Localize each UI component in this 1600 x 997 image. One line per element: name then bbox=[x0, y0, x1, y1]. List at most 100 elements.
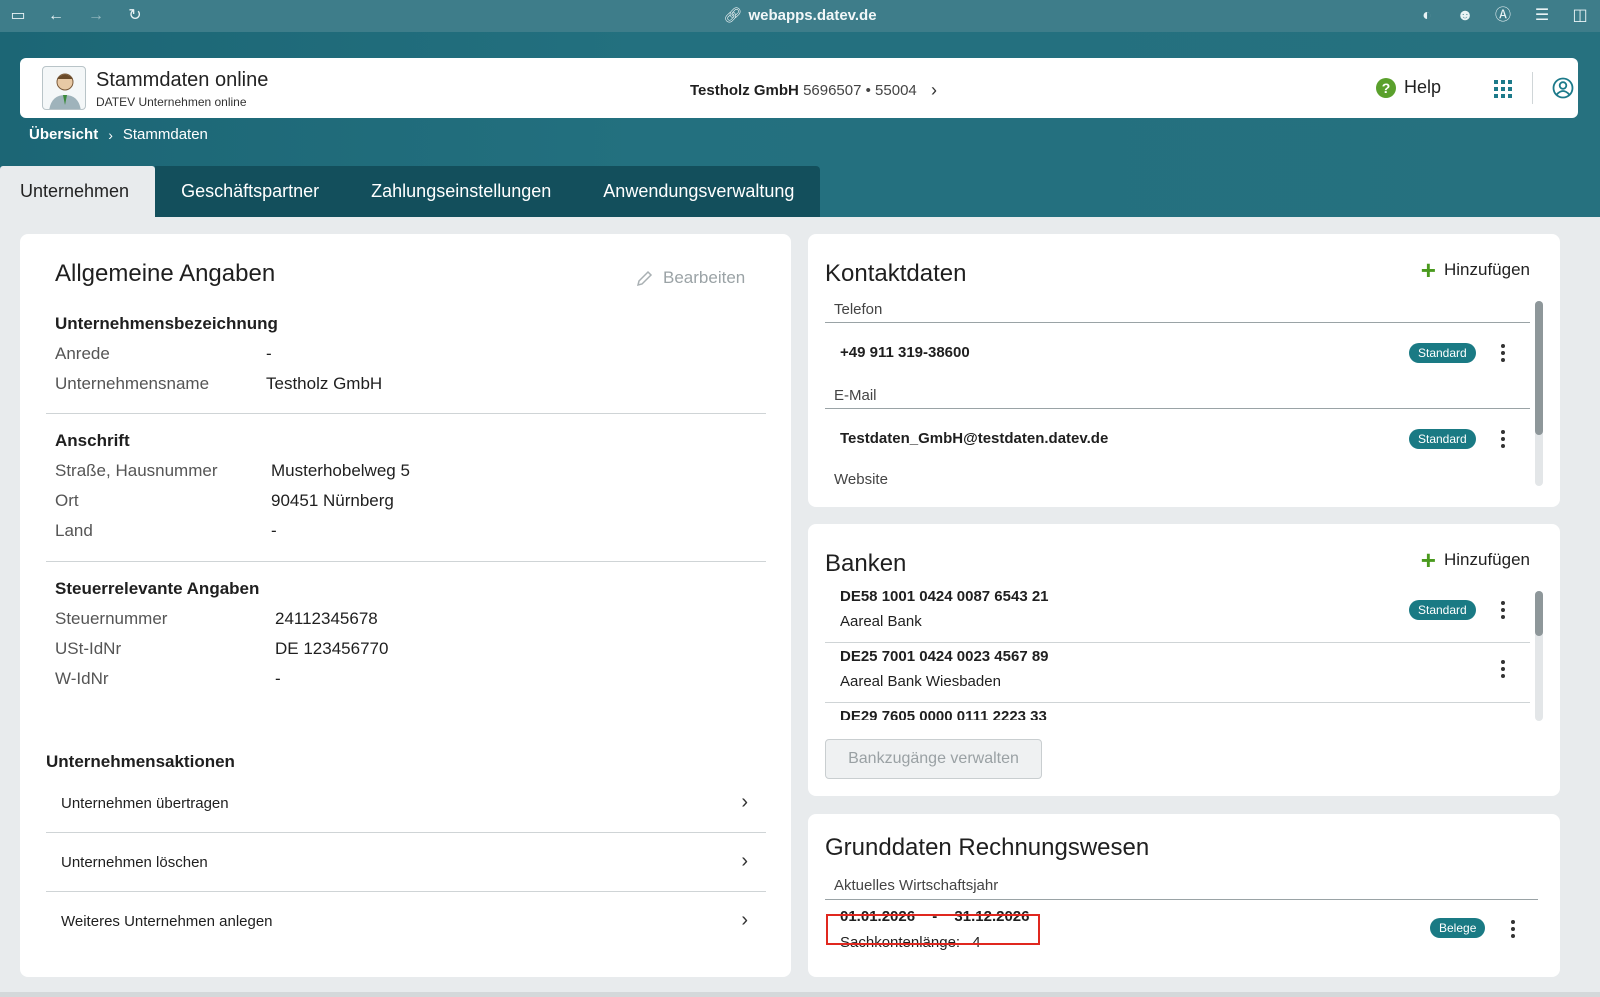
scrollbar[interactable] bbox=[1535, 301, 1543, 486]
banks-card: Banken + Hinzufügen DE58 1001 0424 0087 … bbox=[808, 524, 1560, 796]
browser-toolbar: ▭ ← → ↻ 🔗︎ webapps.datev.de ◐ ☻ Ⓐ ☰ ◫ bbox=[0, 0, 1600, 32]
chevron-right-icon: › bbox=[930, 80, 937, 100]
more-options-icon[interactable] bbox=[1500, 601, 1506, 622]
tab-anwendungsverwaltung[interactable]: Anwendungsverwaltung bbox=[577, 166, 821, 217]
help-label: Help bbox=[1404, 77, 1442, 97]
add-contact-button[interactable]: + Hinzufügen bbox=[1421, 257, 1530, 283]
manage-bank-access-button[interactable]: Bankzugänge verwalten bbox=[825, 739, 1042, 779]
action-add-company[interactable]: Weiteres Unternehmen anlegen › bbox=[46, 893, 766, 951]
country-value: - bbox=[271, 521, 277, 540]
accounting-title: Grunddaten Rechnungswesen bbox=[825, 834, 1150, 861]
add-bank-button[interactable]: + Hinzufügen bbox=[1420, 545, 1530, 575]
street-label: Straße, Hausnummer bbox=[55, 461, 218, 480]
divider bbox=[825, 899, 1538, 900]
app-header: Stammdaten online DATEV Unternehmen onli… bbox=[20, 58, 1578, 118]
divider bbox=[825, 408, 1530, 409]
chevron-right-icon: › bbox=[741, 791, 748, 813]
window-bottom-edge bbox=[0, 992, 1600, 997]
action-label: Unternehmen löschen bbox=[61, 854, 208, 871]
phone-value[interactable]: +49 911 319-38600 bbox=[840, 344, 970, 361]
banks-title: Banken bbox=[825, 550, 907, 577]
add-label: Hinzufügen bbox=[1443, 260, 1530, 279]
contacts-list: Telefon +49 911 319-38600 Standard E-Mai… bbox=[808, 294, 1560, 486]
extension-face-icon[interactable]: ☻ bbox=[1455, 6, 1475, 26]
action-label: Weiteres Unternehmen anlegen bbox=[61, 913, 273, 930]
help-icon: ? bbox=[1376, 77, 1396, 98]
website-heading: Website bbox=[834, 471, 888, 486]
scrollbar-thumb[interactable] bbox=[1535, 301, 1543, 435]
address-bar[interactable]: 🔗︎ webapps.datev.de bbox=[0, 6, 1600, 24]
pencil-icon bbox=[636, 270, 653, 287]
sidebar-right-icon[interactable]: ◫ bbox=[1570, 6, 1590, 26]
vat-id-label: USt-IdNr bbox=[55, 639, 122, 658]
more-options-icon[interactable] bbox=[1510, 920, 1516, 941]
more-options-icon[interactable] bbox=[1500, 660, 1506, 681]
edit-button[interactable]: Bearbeiten bbox=[635, 268, 745, 288]
accounting-card: Grunddaten Rechnungswesen Aktuelles Wirt… bbox=[808, 814, 1560, 977]
extension-icon[interactable]: ◐ bbox=[1417, 6, 1437, 26]
app-grid-icon[interactable] bbox=[1494, 80, 1512, 98]
more-options-icon[interactable] bbox=[1500, 344, 1506, 365]
reader-icon[interactable]: ☰ bbox=[1532, 6, 1552, 26]
breadcrumb-overview[interactable]: Übersicht bbox=[29, 126, 98, 143]
standard-badge: Standard bbox=[1409, 600, 1476, 620]
plus-icon: + bbox=[1420, 545, 1436, 575]
company-name-label: Unternehmensname bbox=[55, 374, 210, 393]
city-value: 90451 Nürnberg bbox=[271, 491, 394, 510]
help-button[interactable]: ? Help bbox=[1376, 77, 1441, 98]
translate-icon[interactable]: Ⓐ bbox=[1493, 6, 1513, 26]
bank-iban[interactable]: DE58 1001 0424 0087 6543 21 bbox=[840, 588, 1049, 605]
anrede-value: - bbox=[266, 344, 272, 363]
phone-heading: Telefon bbox=[834, 301, 883, 318]
email-heading: E-Mail bbox=[834, 387, 877, 404]
user-account-icon[interactable] bbox=[1552, 77, 1574, 99]
company-actions-heading: Unternehmensaktionen bbox=[46, 752, 235, 771]
company-name-value: Testholz GmbH bbox=[266, 374, 383, 393]
divider bbox=[46, 413, 766, 414]
scrollbar[interactable] bbox=[1535, 591, 1543, 721]
divider bbox=[825, 642, 1530, 643]
section-heading-address: Anschrift bbox=[55, 431, 130, 450]
app-subtitle: DATEV Unternehmen online bbox=[96, 95, 247, 109]
divider bbox=[825, 702, 1530, 703]
general-info-card: Allgemeine Angaben Bearbeiten Unternehme… bbox=[20, 234, 791, 977]
url-text: webapps.datev.de bbox=[748, 7, 877, 24]
breadcrumb-current: Stammdaten bbox=[122, 126, 208, 143]
more-options-icon[interactable] bbox=[1500, 430, 1506, 451]
chevron-right-icon: › bbox=[108, 126, 113, 143]
city-label: Ort bbox=[55, 491, 79, 510]
street-value: Musterhobelweg 5 bbox=[271, 461, 410, 480]
tax-number-value: 24112345678 bbox=[275, 609, 378, 628]
bank-name: Aareal Bank bbox=[840, 613, 922, 630]
add-label: Hinzufügen bbox=[1443, 550, 1530, 569]
tab-unternehmen[interactable]: Unternehmen bbox=[0, 166, 156, 217]
section-heading-tax: Steuerrelevante Angaben bbox=[55, 579, 260, 598]
action-transfer-company[interactable]: Unternehmen übertragen › bbox=[46, 775, 766, 833]
chevron-right-icon: › bbox=[741, 850, 748, 872]
fiscal-year-heading: Aktuelles Wirtschaftsjahr bbox=[834, 877, 999, 894]
general-info-title: Allgemeine Angaben bbox=[55, 260, 276, 287]
belege-badge: Belege bbox=[1430, 918, 1486, 938]
vat-id-value: DE 123456770 bbox=[275, 639, 389, 658]
company-numbers: 5696507 • 55004 bbox=[803, 82, 917, 99]
person-avatar-icon bbox=[42, 66, 86, 110]
bank-iban[interactable]: DE29 7605 0000 0111 2223 33 bbox=[840, 708, 1047, 720]
company-name: Testholz GmbH bbox=[690, 82, 799, 99]
tax-number-label: Steuernummer bbox=[55, 609, 168, 628]
w-id-value: - bbox=[275, 669, 281, 688]
action-delete-company[interactable]: Unternehmen löschen › bbox=[46, 834, 766, 892]
company-switcher[interactable]: Testholz GmbH 5696507 • 55004 › bbox=[690, 80, 937, 101]
chevron-right-icon: › bbox=[741, 909, 748, 931]
main-tabs: Unternehmen Geschäftspartner Zahlungsein… bbox=[0, 166, 821, 217]
tab-geschaeftspartner[interactable]: Geschäftspartner bbox=[155, 166, 346, 217]
country-label: Land bbox=[55, 521, 93, 540]
w-id-label: W-IdNr bbox=[55, 669, 109, 688]
bank-name: Aareal Bank Wiesbaden bbox=[840, 673, 1001, 690]
bank-iban[interactable]: DE25 7001 0424 0023 4567 89 bbox=[840, 648, 1049, 665]
app-title: Stammdaten online bbox=[96, 69, 269, 91]
highlight-box bbox=[826, 914, 1040, 945]
email-value[interactable]: Testdaten_GmbH@testdaten.datev.de bbox=[840, 430, 1108, 447]
scrollbar-thumb[interactable] bbox=[1535, 591, 1543, 636]
tab-zahlungseinstellungen[interactable]: Zahlungseinstellungen bbox=[345, 166, 578, 217]
standard-badge: Standard bbox=[1409, 429, 1476, 449]
